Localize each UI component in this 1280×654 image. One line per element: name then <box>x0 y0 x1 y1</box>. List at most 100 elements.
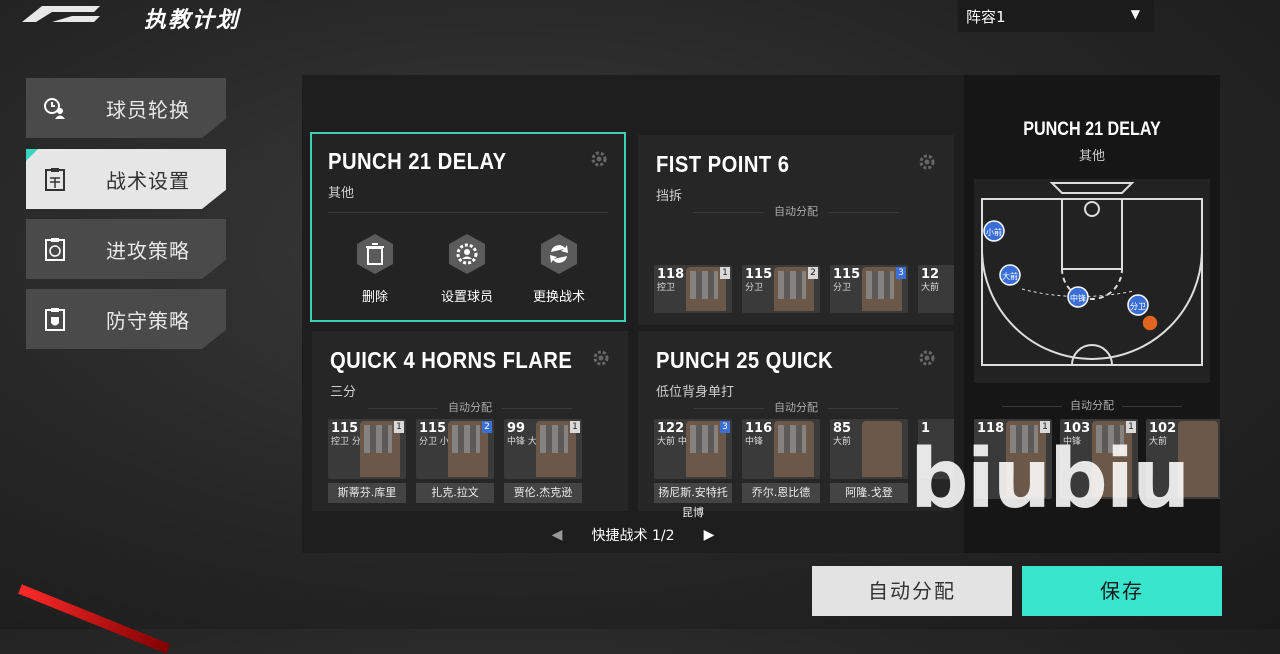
player-position: 控卫 <box>657 283 676 293</box>
player-position: 大前 <box>921 283 940 293</box>
sidebar-item-player-rotation[interactable]: 球员轮换 <box>26 78 226 138</box>
player-rating: 115 <box>833 267 861 282</box>
prev-page-button[interactable]: ◀ <box>552 527 563 543</box>
divider <box>328 212 608 213</box>
privacy-blur <box>690 271 718 299</box>
action-label: 设置球员 <box>440 290 493 305</box>
player-row: 115 控卫 分卫 1 115 分卫 小前 2 99 中锋 大前 1 <box>328 419 628 479</box>
player-card[interactable]: 115 控卫 分卫 1 <box>328 419 406 479</box>
player-rating: 115 <box>745 267 773 282</box>
player-card[interactable]: 115 分卫 2 <box>742 265 820 313</box>
player-card[interactable]: 99 中锋 大前 1 <box>504 419 582 479</box>
player-card[interactable]: 12 大前 <box>918 265 954 313</box>
tactic-card-quick-4-horns-flare[interactable]: QUICK 4 HORNS FLARE 三分 自动分配 115 控卫 分卫 1 … <box>312 331 628 511</box>
tactic-category: 低位背身单打 <box>656 385 735 400</box>
player-rating: 122 <box>657 421 685 436</box>
page-title: 执教计划 <box>144 8 241 33</box>
privacy-blur <box>540 425 568 453</box>
clipboard-court-icon <box>45 168 65 191</box>
tactic-card-punch-21-delay[interactable]: PUNCH 21 DELAY 其他 删除 设置球员 更换战术 <box>310 132 626 322</box>
privacy-blur <box>452 425 480 453</box>
player-marker-label: 小前 <box>986 227 1002 237</box>
tactic-category: 其他 <box>328 186 355 201</box>
watermark: biubiu <box>910 432 1190 527</box>
auto-assign-label: 自动分配 <box>964 397 1220 413</box>
player-name: 乔尔.恩比德 <box>742 483 820 503</box>
auto-assign-label: 自动分配 <box>312 399 628 415</box>
pager: ◀ 快捷战术 1/2 ▶ <box>302 524 964 548</box>
gear-icon[interactable] <box>918 349 936 367</box>
top-bar: 执教计划 阵容1 ▼ <box>0 0 1280 40</box>
privacy-blur <box>364 425 392 453</box>
sidebar-item-label: 进攻策略 <box>106 239 190 263</box>
auto-assign-label: 自动分配 <box>638 203 954 219</box>
sidebar-item-defense[interactable]: 防守策略 <box>26 289 226 349</box>
player-position: 中锋 <box>745 437 764 447</box>
privacy-blur <box>778 271 806 299</box>
gear-icon[interactable] <box>590 150 608 168</box>
player-rating: 118 <box>657 267 685 282</box>
player-rating: 99 <box>507 421 526 436</box>
player-rating: 85 <box>833 421 852 436</box>
player-card[interactable]: 115 分卫 小前 2 <box>416 419 494 479</box>
player-rating: 115 <box>331 421 359 436</box>
detail-tactic-name: PUNCH 21 DELAY <box>1023 119 1161 140</box>
tactic-name: QUICK 4 HORNS FLARE <box>330 347 573 373</box>
slot-badge: 1 <box>720 267 730 279</box>
player-card[interactable]: 118 控卫 1 <box>654 265 732 313</box>
basketball-icon <box>1141 314 1159 332</box>
player-position: 分卫 <box>745 283 764 293</box>
player-card[interactable]: 85 大前 <box>830 419 908 479</box>
sidebar-item-tactics[interactable]: 战术设置 <box>26 149 226 209</box>
tactic-name: PUNCH 25 QUICK <box>656 347 834 373</box>
slot-badge: 3 <box>720 421 730 433</box>
clock-user-icon <box>44 98 65 119</box>
trash-icon <box>357 234 393 274</box>
player-marker-label: 大前 <box>1002 271 1018 281</box>
court-diagram: 小前 大前 中锋 分卫 <box>974 179 1210 383</box>
lineup-dropdown[interactable]: 阵容1 ▼ <box>958 0 1154 32</box>
player-rating: 115 <box>419 421 447 436</box>
set-players-button[interactable]: 设置球员 <box>422 232 512 305</box>
player-marker-label: 分卫 <box>1130 302 1146 311</box>
player-row: 118 控卫 1 115 分卫 2 115 分卫 3 12 大前 <box>654 265 954 313</box>
pager-label: 快捷战术 1/2 <box>591 527 675 544</box>
auto-assign-button[interactable]: 自动分配 <box>812 566 1012 616</box>
detail-tactic-category: 其他 <box>1078 149 1105 164</box>
gear-icon[interactable] <box>918 153 936 171</box>
tactic-name: FIST POINT 6 <box>656 151 790 177</box>
save-button[interactable]: 保存 <box>1022 566 1222 616</box>
shield-clipboard-icon <box>45 308 65 331</box>
player-card[interactable]: 115 分卫 3 <box>830 265 908 313</box>
next-page-button[interactable]: ▶ <box>704 527 715 543</box>
action-label: 更换战术 <box>532 290 585 305</box>
slot-badge: 2 <box>482 421 492 433</box>
slot-badge: 2 <box>808 267 818 279</box>
player-card[interactable]: 122 大前 中锋 3 <box>654 419 732 479</box>
player-rating: 12 <box>921 267 940 282</box>
player-name: 扬尼斯.安特托昆博 <box>654 483 732 519</box>
tactic-card-fist-point-6[interactable]: FIST POINT 6 挡拆 自动分配 118 控卫 1 115 分卫 2 1… <box>638 135 954 325</box>
swap-tactic-button[interactable]: 更换战术 <box>514 232 604 305</box>
sidebar-item-label: 防守策略 <box>106 309 190 333</box>
player-card[interactable]: 116 中锋 <box>742 419 820 479</box>
game-logo-icon <box>22 6 100 22</box>
tactic-category: 挡拆 <box>656 189 683 204</box>
player-position: 分卫 <box>833 283 852 293</box>
tactic-name: PUNCH 21 DELAY <box>328 148 507 174</box>
chevron-down-icon: ▼ <box>1130 7 1140 21</box>
tactic-category: 三分 <box>330 385 357 400</box>
player-marker-label: 中锋 <box>1070 293 1086 303</box>
tactic-card-punch-25-quick[interactable]: PUNCH 25 QUICK 低位背身单打 自动分配 122 大前 中锋 3 1… <box>638 331 954 519</box>
swap-icon <box>541 234 577 274</box>
delete-button[interactable]: 删除 <box>330 232 420 305</box>
gear-icon[interactable] <box>592 349 610 367</box>
player-row: 122 大前 中锋 3 116 中锋 85 大前 1 <box>654 419 954 479</box>
sidebar-item-offense[interactable]: 进攻策略 <box>26 219 226 279</box>
slot-badge: 1 <box>570 421 580 433</box>
lineup-selected: 阵容1 <box>966 8 1006 26</box>
settings-player-icon <box>449 234 485 274</box>
action-label: 删除 <box>361 290 388 305</box>
player-rating: 116 <box>745 421 773 436</box>
basketball-clipboard-icon <box>45 238 65 261</box>
